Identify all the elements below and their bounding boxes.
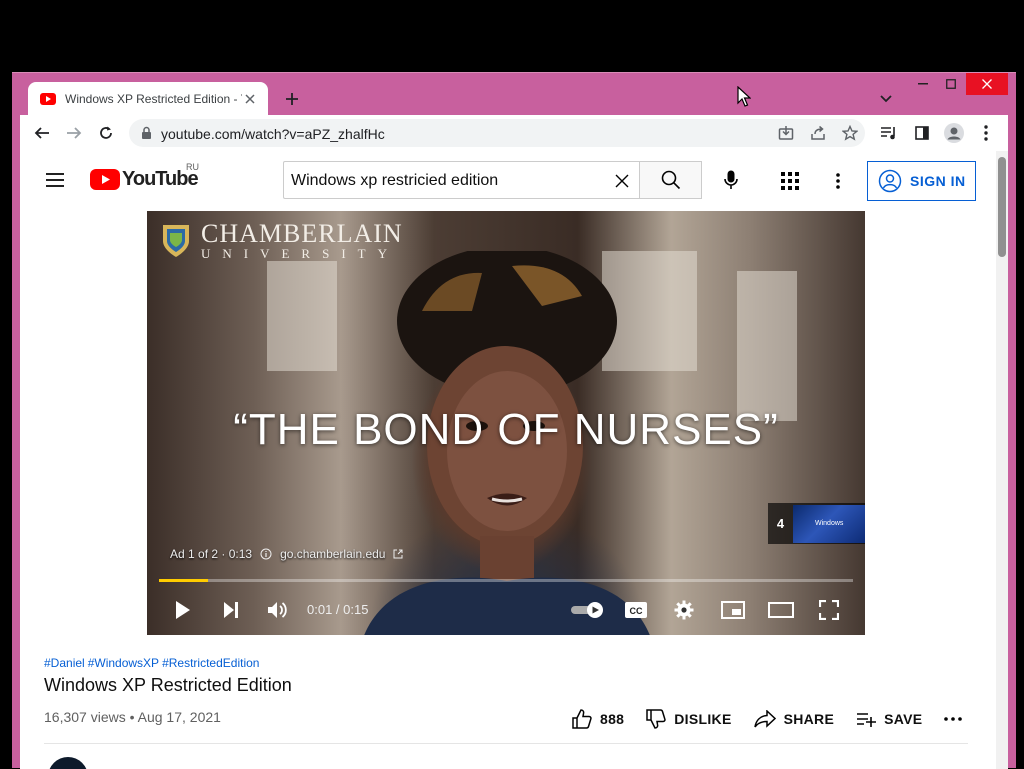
thumb-down-icon <box>646 709 666 729</box>
install-app-icon[interactable] <box>775 122 797 144</box>
forward-arrow-icon[interactable] <box>62 121 86 145</box>
hashtag-link[interactable]: #WindowsXP <box>88 656 159 670</box>
youtube-play-logo-icon <box>90 169 120 190</box>
player-controls: 0:01 / 0:15 CC <box>147 589 865 631</box>
window-close-icon[interactable] <box>966 73 1008 95</box>
time-display: 0:01 / 0:15 <box>307 602 369 617</box>
captions-icon[interactable]: CC <box>620 594 652 626</box>
bookmark-star-icon[interactable] <box>839 122 861 144</box>
page-viewport: YouTube RU Windows xp restricied edition <box>20 151 1008 769</box>
svg-text:CC: CC <box>630 606 643 616</box>
external-link-icon <box>393 549 403 559</box>
video-title: Windows XP Restricted Edition <box>44 675 292 695</box>
ad-caption-text: “THE BOND OF NURSES” <box>233 405 779 454</box>
media-controls-icon[interactable] <box>877 121 901 145</box>
theater-mode-icon[interactable] <box>765 594 797 626</box>
ad-brand-name: CHAMBERLAIN <box>201 219 403 248</box>
reload-icon[interactable] <box>94 121 118 145</box>
search-icon <box>661 170 681 190</box>
ad-info-icon[interactable] <box>260 548 272 560</box>
account-circle-icon <box>878 169 902 193</box>
mouse-cursor-icon <box>737 86 751 107</box>
menu-hamburger-icon[interactable] <box>44 170 66 190</box>
progress-fill <box>159 579 208 582</box>
clear-search-icon[interactable] <box>613 172 631 190</box>
browser-menu-icon[interactable] <box>974 121 998 145</box>
tab-title: Windows XP Restricted Edition - YouTube <box>65 91 242 106</box>
like-button[interactable]: 888 <box>572 709 624 729</box>
browser-toolbar: youtube.com/watch?v=aPZ_zhalfHc <box>20 115 1008 151</box>
search-button[interactable] <box>639 161 702 199</box>
youtube-masthead: YouTube RU Windows xp restricied edition <box>20 151 1008 209</box>
scrollbar-thumb[interactable] <box>998 157 1006 257</box>
autoplay-toggle-icon[interactable] <box>568 594 608 626</box>
dislike-label: DISLIKE <box>674 711 732 727</box>
apps-grid-icon[interactable] <box>778 169 802 193</box>
video-player[interactable]: CHAMBERLAIN UNIVERSITY “THE BOND OF NURS… <box>147 211 865 635</box>
next-video-preview: Windows <box>793 504 865 543</box>
side-panel-icon[interactable] <box>910 121 934 145</box>
tab-search-chevron-icon[interactable] <box>876 89 896 109</box>
miniplayer-icon[interactable] <box>717 594 749 626</box>
video-views-date: 16,307 views • Aug 17, 2021 <box>44 709 221 725</box>
ad-link[interactable]: go.chamberlain.edu <box>280 547 385 561</box>
ad-status-text: Ad 1 of 2 · 0:13 <box>170 547 253 561</box>
region-code: RU <box>186 162 199 172</box>
background-window <box>267 261 337 371</box>
voice-search-mic-icon[interactable] <box>717 166 745 194</box>
preview-text: Windows <box>815 519 844 527</box>
video-actions: 888 DISLIKE SHARE SAVE <box>572 707 984 731</box>
browser-tab[interactable]: Windows XP Restricted Edition - YouTube <box>28 82 268 115</box>
thumb-up-icon <box>572 709 592 729</box>
fullscreen-icon[interactable] <box>813 594 845 626</box>
share-button[interactable]: SHARE <box>753 710 835 728</box>
tab-close-icon[interactable] <box>242 91 258 107</box>
youtube-favicon-icon <box>40 92 56 105</box>
address-bar[interactable]: youtube.com/watch?v=aPZ_zhalfHc <box>129 119 865 147</box>
page-scrollbar[interactable] <box>996 151 1008 769</box>
back-arrow-icon[interactable] <box>30 121 54 145</box>
search-input[interactable]: Windows xp restricied edition <box>283 161 639 199</box>
window-maximize-icon[interactable] <box>938 73 964 95</box>
playlist-add-icon <box>856 711 877 727</box>
share-label: SHARE <box>783 711 835 727</box>
sign-in-label: SIGN IN <box>910 173 966 189</box>
hashtag-link[interactable]: #RestrictedEdition <box>162 656 259 670</box>
ad-skip-countdown[interactable]: 4 Windows <box>768 503 865 544</box>
url-text: youtube.com/watch?v=aPZ_zhalfHc <box>161 126 385 142</box>
new-tab-plus-icon[interactable] <box>280 87 304 111</box>
skip-countdown-number: 4 <box>776 516 785 531</box>
ad-info-bar: Ad 1 of 2 · 0:13 go.chamberlain.edu <box>170 547 403 561</box>
dislike-button[interactable]: DISLIKE <box>646 709 731 729</box>
lock-icon <box>141 126 152 140</box>
tab-strip: Windows XP Restricted Edition - YouTube <box>12 73 1016 115</box>
video-hashtags: #Daniel #WindowsXP #RestrictedEdition <box>44 656 262 670</box>
section-divider <box>44 743 968 744</box>
play-icon[interactable] <box>167 594 199 626</box>
settings-more-icon[interactable] <box>826 169 850 193</box>
share-arrow-icon <box>753 710 776 728</box>
shield-crest-icon <box>161 223 191 259</box>
more-horizontal-icon <box>944 717 963 721</box>
hashtag-link[interactable]: #Daniel <box>44 656 85 670</box>
sign-in-button[interactable]: SIGN IN <box>867 161 976 201</box>
like-count: 888 <box>600 711 625 727</box>
share-page-icon[interactable] <box>807 122 829 144</box>
window-minimize-icon[interactable] <box>910 73 936 95</box>
search-query-text: Windows xp restricied edition <box>291 172 499 189</box>
volume-icon[interactable] <box>262 594 294 626</box>
browser-window: Windows XP Restricted Edition - YouTube <box>12 72 1016 769</box>
progress-bar[interactable] <box>159 579 853 582</box>
more-actions-button[interactable] <box>944 717 963 721</box>
settings-gear-icon[interactable] <box>668 594 700 626</box>
background-window <box>737 271 797 421</box>
save-button[interactable]: SAVE <box>856 711 922 727</box>
channel-avatar[interactable] <box>48 757 88 769</box>
profile-avatar-icon[interactable] <box>942 121 966 145</box>
youtube-logo[interactable]: YouTube RU <box>90 162 199 191</box>
next-video-icon[interactable] <box>215 594 247 626</box>
save-label: SAVE <box>884 711 923 727</box>
